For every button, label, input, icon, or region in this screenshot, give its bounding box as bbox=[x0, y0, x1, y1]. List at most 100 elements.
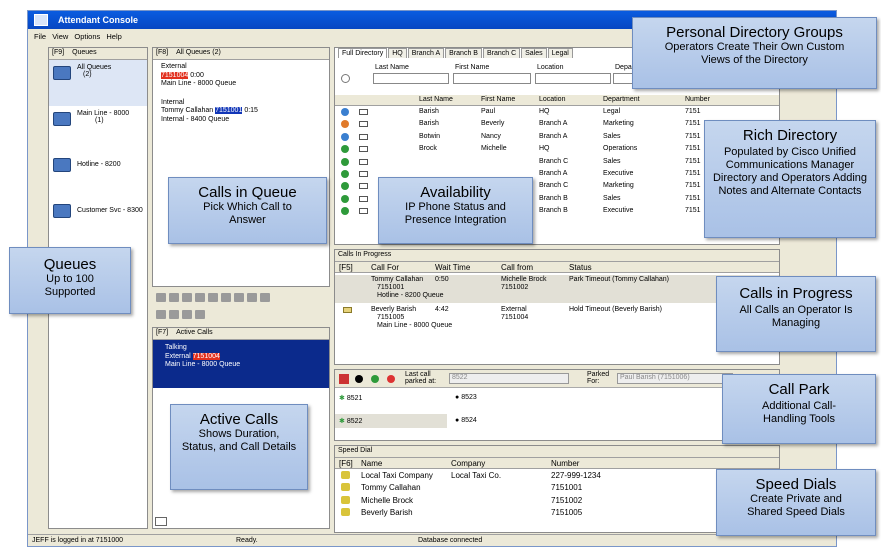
park-flag-icon[interactable] bbox=[339, 374, 349, 384]
col-number[interactable]: Number bbox=[551, 459, 579, 468]
filter-location-input[interactable] bbox=[535, 73, 611, 84]
phone-icon[interactable] bbox=[359, 109, 368, 115]
queued-call[interactable]: External 7151004 0:00 Main Line - 8000 Q… bbox=[153, 60, 329, 91]
presence-status-icon bbox=[341, 145, 349, 154]
queue-item[interactable]: Customer Svc - 8300 bbox=[49, 198, 147, 244]
hold-icon[interactable] bbox=[182, 293, 192, 302]
conference-icon[interactable] bbox=[208, 293, 218, 302]
park-black-icon: ● bbox=[455, 394, 460, 401]
callout-title: Calls in Queue bbox=[198, 184, 297, 201]
park-slot[interactable]: ✱ 8521 bbox=[339, 394, 362, 402]
directory-row[interactable]: Barish Paul HQ Legal 7151 bbox=[335, 106, 779, 118]
phone-icon[interactable] bbox=[359, 133, 368, 140]
park-slot[interactable]: ● 8524 bbox=[455, 417, 477, 424]
phone-icon[interactable] bbox=[359, 183, 368, 190]
callout-speed-dials: Speed Dials Create Private and Shared Spe… bbox=[716, 469, 876, 536]
queue-item[interactable]: Main Line - 8000 (1) bbox=[49, 106, 147, 152]
status-user: JEFF is logged in at 7151000 bbox=[32, 537, 124, 544]
col-wait-time[interactable]: Wait Time bbox=[435, 263, 470, 272]
camp-icon[interactable] bbox=[182, 310, 192, 319]
queue-item[interactable]: All Queues (2) bbox=[49, 60, 147, 106]
col-name[interactable]: Name bbox=[361, 459, 382, 468]
dir-number: 7151 bbox=[685, 108, 701, 115]
park-icon[interactable] bbox=[221, 293, 231, 302]
split-icon[interactable] bbox=[195, 310, 205, 319]
tab-sales[interactable]: Sales bbox=[521, 48, 547, 58]
callout-title: Speed Dials bbox=[755, 476, 837, 493]
queue-name: Hotline - 8200 bbox=[77, 161, 121, 168]
tab-full-directory[interactable]: Full Directory bbox=[338, 48, 388, 58]
park-slot[interactable]: ✱ 8522 bbox=[335, 414, 447, 428]
progress-row[interactable]: Tommy Callahan 7151001 Hotline - 8200 Queu… bbox=[335, 275, 779, 303]
speed-dial-row[interactable]: Beverly Barish 7151005 bbox=[335, 506, 779, 518]
status-bar: JEFF is logged in at 7151000 Ready. Data… bbox=[28, 534, 836, 546]
col-department[interactable]: Department bbox=[603, 96, 640, 103]
speed-name: Beverly Barish bbox=[361, 508, 413, 518]
dir-department: Sales bbox=[603, 132, 621, 140]
col-call-from[interactable]: Call from bbox=[501, 263, 533, 272]
menu-help[interactable]: Help bbox=[106, 32, 121, 41]
col-number[interactable]: Number bbox=[685, 96, 710, 103]
phone-icon[interactable] bbox=[359, 121, 368, 128]
call-type: External bbox=[161, 63, 187, 70]
dir-location: Branch B bbox=[539, 207, 568, 215]
dir-first-name: Paul bbox=[481, 108, 496, 115]
speed-dial-row[interactable]: Michelle Brock 7151002 bbox=[335, 494, 779, 506]
menu-view[interactable]: View bbox=[52, 32, 68, 41]
phone-icon[interactable] bbox=[359, 146, 368, 153]
filter-first-name-input[interactable] bbox=[453, 73, 531, 84]
dir-first-name: Nancy bbox=[481, 132, 501, 140]
filter-department-label: Depa bbox=[615, 64, 632, 71]
answer-icon[interactable] bbox=[156, 293, 166, 302]
queued-call[interactable]: Internal Tommy Callahan 7151001 0:15 Int… bbox=[153, 91, 329, 127]
col-call-for[interactable]: Call For bbox=[371, 263, 399, 272]
callout-subtitle: Pick Which Call to Answer bbox=[203, 201, 292, 226]
park-black-icon[interactable] bbox=[355, 375, 363, 383]
park-slot[interactable]: ● 8523 bbox=[455, 394, 477, 401]
dir-department: Executive bbox=[603, 169, 634, 177]
col-status[interactable]: Status bbox=[569, 263, 592, 272]
progress-from: Michelle Brock bbox=[501, 276, 547, 283]
record-icon[interactable] bbox=[260, 293, 270, 302]
calls-in-progress-pane: Calls In Progress [F5] Call For Wait Tim… bbox=[334, 249, 780, 365]
menu-options[interactable]: Options bbox=[74, 32, 100, 41]
redial-icon[interactable] bbox=[169, 310, 179, 319]
filter-last-name-input[interactable] bbox=[373, 73, 449, 84]
search-icon[interactable] bbox=[341, 74, 350, 83]
callout-title: Calls in Progress bbox=[739, 285, 853, 302]
dial-icon[interactable] bbox=[156, 310, 166, 319]
voicemail-icon[interactable] bbox=[247, 293, 257, 302]
park-slot-number: 8521 bbox=[346, 395, 363, 402]
presence-status-icon bbox=[341, 169, 349, 178]
speed-dial-row[interactable]: Local Taxi Company Local Taxi Co. 227-999-… bbox=[335, 469, 779, 481]
park-red-icon[interactable] bbox=[387, 375, 395, 383]
tab-branch-a[interactable]: Branch A bbox=[407, 48, 445, 58]
progress-row[interactable]: Beverly Barish 7151005 Main Line - 8000 Qu… bbox=[335, 305, 779, 333]
queue-item[interactable]: Hotline - 8200 bbox=[49, 152, 147, 198]
forward-icon[interactable] bbox=[234, 293, 244, 302]
col-location[interactable]: Location bbox=[539, 96, 565, 103]
col-first-name[interactable]: First Name bbox=[481, 96, 515, 103]
transfer-icon[interactable] bbox=[195, 293, 205, 302]
tab-hq[interactable]: HQ bbox=[388, 48, 407, 58]
speed-dial-row[interactable]: Tommy Callahan 7151001 bbox=[335, 481, 779, 493]
menu-file[interactable]: File bbox=[34, 32, 46, 41]
park-green-icon[interactable] bbox=[371, 375, 379, 383]
speed-dial-icon bbox=[341, 483, 350, 492]
dir-number: 7151 bbox=[685, 207, 701, 215]
tab-branch-b[interactable]: Branch B bbox=[445, 48, 482, 58]
phone-icon[interactable] bbox=[359, 170, 368, 177]
phone-icon[interactable] bbox=[359, 158, 368, 165]
phone-icon[interactable] bbox=[359, 208, 368, 215]
speed-company: Local Taxi Co. bbox=[451, 471, 502, 480]
release-icon[interactable] bbox=[169, 293, 179, 302]
col-company[interactable]: Company bbox=[451, 459, 485, 468]
col-last-name[interactable]: Last Name bbox=[419, 96, 453, 103]
phone-icon[interactable] bbox=[359, 195, 368, 202]
active-call[interactable]: Talking External 7151004 Main Line - 800… bbox=[153, 340, 329, 388]
tab-branch-c[interactable]: Branch C bbox=[482, 48, 521, 58]
phone-icon[interactable] bbox=[155, 517, 167, 526]
park-slot-number: 8524 bbox=[461, 417, 477, 424]
calls-queue-label: All Queues (2) bbox=[176, 49, 221, 56]
tab-legal[interactable]: Legal bbox=[547, 48, 573, 58]
